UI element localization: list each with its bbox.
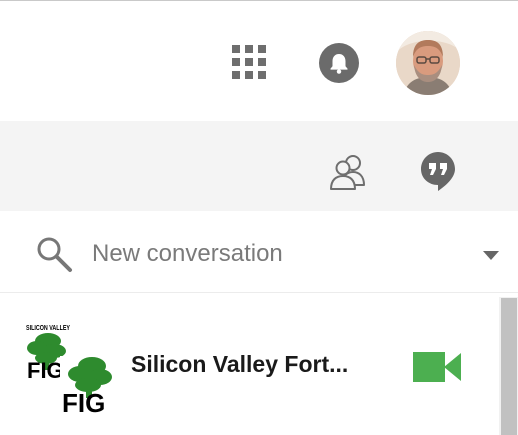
chevron-down-icon[interactable] — [483, 251, 499, 260]
group-avatar: SILICON VALLEY FIG FIG — [24, 322, 116, 418]
hangouts-panel: SILICON VALLEY FIG FIG Silicon Valley Fo… — [0, 0, 518, 435]
search-icon — [34, 234, 74, 274]
scrollbar-thumb[interactable] — [501, 298, 517, 435]
user-avatar[interactable] — [396, 31, 460, 95]
people-icon[interactable] — [327, 151, 371, 191]
new-conversation-input[interactable] — [92, 235, 472, 273]
avatar-label-bottom: FIG — [27, 358, 64, 383]
notifications-bell-icon[interactable] — [319, 43, 359, 83]
hangouts-quote-icon[interactable] — [420, 151, 456, 191]
video-call-icon[interactable] — [413, 352, 461, 382]
conversation-title: Silicon Valley Fort... — [131, 351, 349, 377]
avatar-label-top: SILICON VALLEY — [26, 325, 70, 332]
svg-text:FIG: FIG — [62, 388, 105, 414]
apps-grid-icon[interactable] — [232, 45, 266, 79]
